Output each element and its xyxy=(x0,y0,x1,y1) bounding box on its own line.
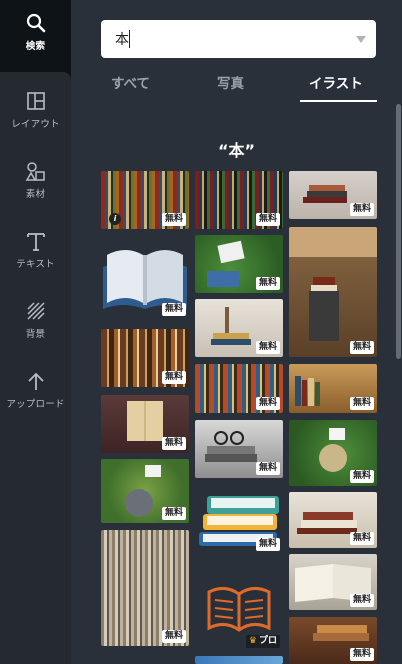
result-colorful-shelf[interactable]: 無料 xyxy=(195,364,283,413)
results-heading: “本” xyxy=(217,141,256,160)
crown-icon: ♛ xyxy=(248,636,257,646)
tab-photos[interactable]: 写真 xyxy=(217,72,244,92)
search-icon xyxy=(26,13,45,33)
books-stack-graphic xyxy=(289,227,377,341)
chevron-down-icon[interactable] xyxy=(356,36,366,43)
result-bookshelf-2[interactable]: 無料 xyxy=(195,171,283,229)
free-badge: 無料 xyxy=(161,437,186,450)
free-badge: 無料 xyxy=(161,303,186,316)
free-badge: 無料 xyxy=(349,341,374,354)
search-input[interactable]: 本 xyxy=(101,20,376,58)
tab-illustrations[interactable]: イラスト xyxy=(309,72,363,92)
result-wooden-shelf[interactable]: 無料 xyxy=(289,364,377,413)
result-reading-on-grass[interactable]: 無料 xyxy=(101,459,189,523)
result-reader-hat[interactable]: 無料 xyxy=(289,420,377,486)
rail-item-label: 検索 xyxy=(25,41,46,52)
rail-item-label: アップロード xyxy=(6,399,65,410)
info-icon[interactable]: i xyxy=(109,213,121,225)
free-badge: 無料 xyxy=(161,213,186,226)
result-blank-book[interactable]: 無料 xyxy=(101,395,189,453)
free-badge: 無料 xyxy=(161,371,186,384)
side-nav-rail: 検索 レイアウト 素材 テキスト 背景 アップロード xyxy=(0,0,71,664)
active-tab-indicator xyxy=(300,100,377,102)
result-warm-books[interactable]: 無料 xyxy=(289,617,377,664)
free-badge: 無料 xyxy=(255,538,280,551)
search-panel: 本 すべて 写真 イラスト “本” i 無料 無料 無料 無料 無料 無料 無料… xyxy=(71,0,402,664)
free-badge: 無料 xyxy=(349,648,374,661)
result-open-book-icon[interactable]: ♛ プロ xyxy=(195,580,283,650)
free-badge: 無料 xyxy=(349,532,374,545)
rail-item-background[interactable]: 背景 xyxy=(0,292,71,352)
result-glasses-on-books[interactable]: 無料 xyxy=(195,420,283,478)
result-library-aisle[interactable]: 無料 xyxy=(101,530,189,646)
free-badge: 無料 xyxy=(255,277,280,290)
result-partial-tile[interactable] xyxy=(195,656,283,664)
background-icon xyxy=(26,302,45,320)
free-badge: 無料 xyxy=(349,397,374,410)
free-badge: 無料 xyxy=(349,203,374,216)
text-icon xyxy=(26,233,45,251)
free-badge: 無料 xyxy=(255,462,280,475)
result-antique-books[interactable]: 無料 xyxy=(101,329,189,387)
elements-icon xyxy=(25,162,45,181)
free-badge: 無料 xyxy=(161,630,186,643)
layout-icon xyxy=(26,92,45,110)
rail-item-label: 素材 xyxy=(25,189,46,200)
rail-item-label: 背景 xyxy=(25,329,46,340)
result-book-pile[interactable]: 無料 xyxy=(289,492,377,548)
rail-item-layout[interactable]: レイアウト xyxy=(0,82,71,142)
result-bookshelf-1[interactable]: i 無料 xyxy=(101,171,189,229)
result-open-notebook[interactable]: 無料 xyxy=(289,554,377,610)
pro-badge-label: プロ xyxy=(258,636,277,646)
pro-badge: ♛ プロ xyxy=(245,635,280,648)
result-books-and-rug[interactable]: 無料 xyxy=(289,227,377,357)
free-badge: 無料 xyxy=(255,397,280,410)
result-tabs: すべて 写真 イラスト xyxy=(101,64,377,102)
scrollbar[interactable] xyxy=(396,104,401,359)
rail-item-text[interactable]: テキスト xyxy=(0,222,71,282)
upload-icon xyxy=(27,372,44,390)
result-book-stack-illustration[interactable]: 無料 xyxy=(195,484,283,554)
result-reading-in-park[interactable]: 無料 xyxy=(195,235,283,293)
rail-item-label: テキスト xyxy=(16,259,55,270)
free-badge: 無料 xyxy=(349,470,374,483)
search-input-value: 本 xyxy=(115,32,129,48)
result-open-book-illustration[interactable]: 無料 xyxy=(101,237,189,319)
rail-item-elements[interactable]: 素材 xyxy=(0,152,71,212)
rail-item-label: レイアウト xyxy=(11,119,60,130)
free-badge: 無料 xyxy=(255,341,280,354)
text-cursor xyxy=(129,30,130,48)
free-badge: 無料 xyxy=(349,594,374,607)
rail-item-search[interactable]: 検索 xyxy=(0,4,71,64)
rail-item-upload[interactable]: アップロード xyxy=(0,362,71,422)
tab-all[interactable]: すべて xyxy=(111,72,150,92)
result-desk-books[interactable]: 無料 xyxy=(195,299,283,357)
free-badge: 無料 xyxy=(161,507,186,520)
result-books-on-table[interactable]: 無料 xyxy=(289,171,377,219)
free-badge: 無料 xyxy=(255,213,280,226)
